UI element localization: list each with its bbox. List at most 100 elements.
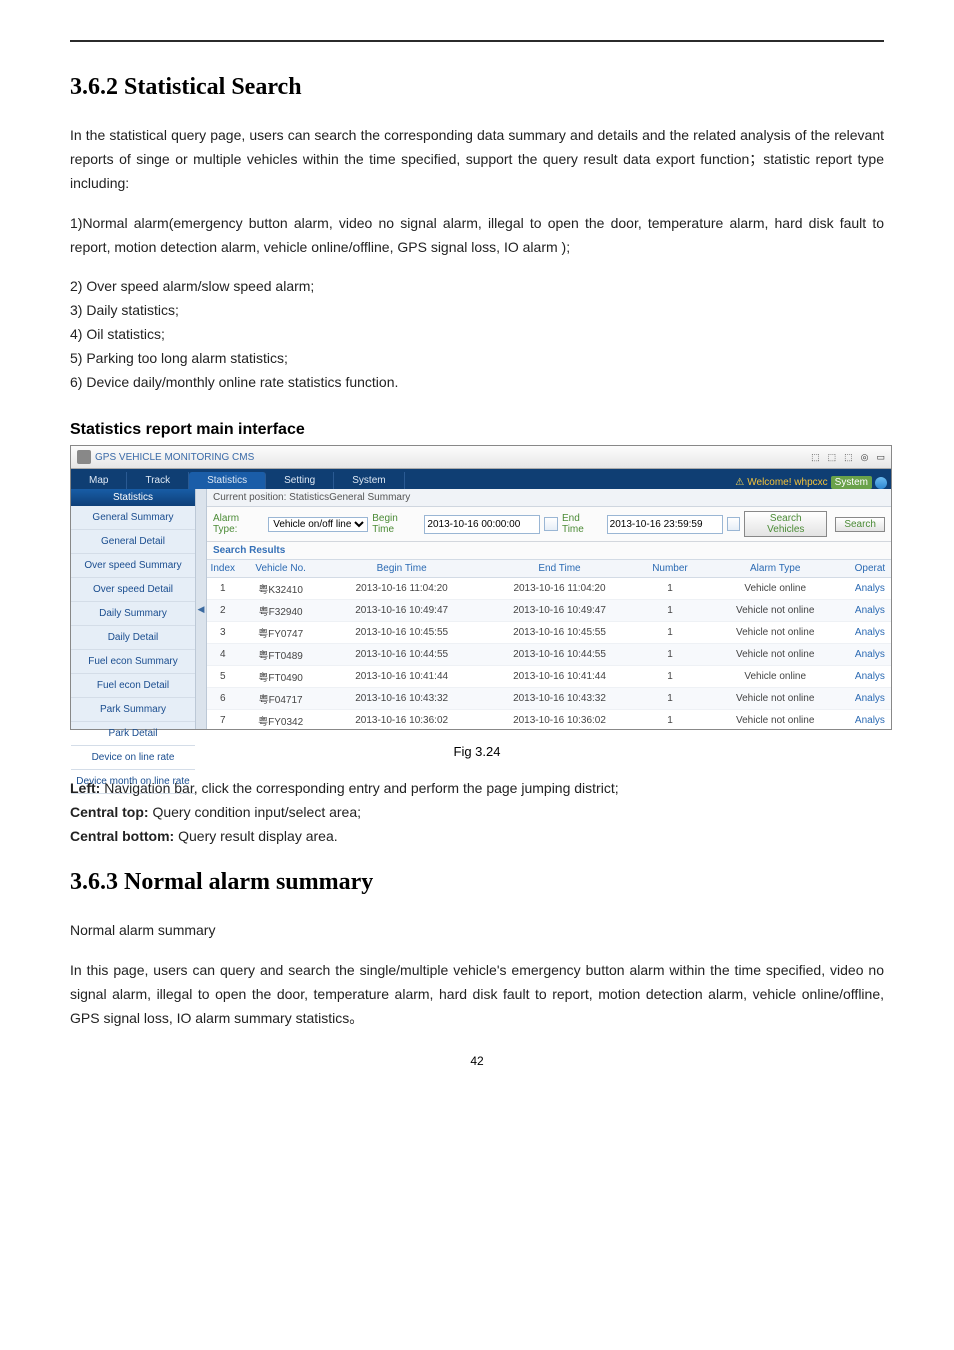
- sidebar-item-daily-summary[interactable]: Daily Summary: [71, 602, 195, 626]
- sidebar-item-park-summary[interactable]: Park Summary: [71, 698, 195, 722]
- cell-operat: Analys: [849, 688, 891, 710]
- heading-3-6-3: 3.6.3 Normal alarm summary: [70, 869, 884, 896]
- analys-link[interactable]: Analys: [855, 605, 885, 616]
- cell-vehicle: 粤F32940: [239, 600, 323, 622]
- cell-index: 4: [207, 644, 239, 666]
- cell-begin: 2013-10-16 10:41:44: [323, 666, 481, 688]
- hr-divider: [70, 40, 884, 42]
- sidebar-item-general-summary[interactable]: General Summary: [71, 506, 195, 530]
- cell-vehicle: 粤FT0489: [239, 644, 323, 666]
- analys-link[interactable]: Analys: [855, 693, 885, 704]
- breadcrumb: Current position: StatisticsGeneral Summ…: [207, 489, 891, 507]
- cell-number: 1: [638, 666, 701, 688]
- cell-index: 6: [207, 688, 239, 710]
- main-tabbar: Map Track Statistics Setting System ⚠ We…: [71, 469, 891, 489]
- cell-begin: 2013-10-16 10:45:55: [323, 622, 481, 644]
- list-item-6: 6) Device daily/monthly online rate stat…: [70, 371, 884, 393]
- cell-begin: 2013-10-16 10:36:02: [323, 710, 481, 730]
- sidebar-head: Statistics: [71, 489, 195, 506]
- window-title: GPS VEHICLE MONITORING CMS: [95, 452, 254, 463]
- cell-vehicle: 粤FY0747: [239, 622, 323, 644]
- tab-map[interactable]: Map: [71, 472, 127, 489]
- system-badge[interactable]: System: [831, 476, 872, 489]
- list-item-2: 2) Over speed alarm/slow speed alarm;: [70, 275, 884, 297]
- cell-end: 2013-10-16 10:36:02: [481, 710, 639, 730]
- col-number: Number: [638, 560, 701, 578]
- cell-index: 3: [207, 622, 239, 644]
- tab-track[interactable]: Track: [127, 472, 189, 489]
- sidebar-item-fuel-summary[interactable]: Fuel econ Summary: [71, 650, 195, 674]
- cell-index: 2: [207, 600, 239, 622]
- col-index: Index: [207, 560, 239, 578]
- sidebar-item-overspeed-detail[interactable]: Over speed Detail: [71, 578, 195, 602]
- tab-system[interactable]: System: [334, 472, 404, 489]
- col-begin: Begin Time: [323, 560, 481, 578]
- cell-operat: Analys: [849, 644, 891, 666]
- cell-operat: Analys: [849, 710, 891, 730]
- cell-end: 2013-10-16 10:43:32: [481, 688, 639, 710]
- app-screenshot: GPS VEHICLE MONITORING CMS ⬚ ⬚ ⬚ ◎ ▭ Map…: [70, 445, 892, 730]
- calendar-icon[interactable]: [727, 517, 741, 531]
- tab-statistics[interactable]: Statistics: [189, 472, 266, 489]
- toolbar-icon[interactable]: ⬚: [828, 452, 837, 463]
- col-end: End Time: [481, 560, 639, 578]
- analys-link[interactable]: Analys: [855, 715, 885, 726]
- end-time-label: End Time: [562, 513, 603, 535]
- sidebar-item-park-detail[interactable]: Park Detail: [71, 722, 195, 746]
- cell-number: 1: [638, 600, 701, 622]
- sidebar-item-fuel-detail[interactable]: Fuel econ Detail: [71, 674, 195, 698]
- analys-link[interactable]: Analys: [855, 583, 885, 594]
- list-item-3: 3) Daily statistics;: [70, 299, 884, 321]
- table-row: 1粤K324102013-10-16 11:04:202013-10-16 11…: [207, 578, 891, 600]
- analys-link[interactable]: Analys: [855, 649, 885, 660]
- search-vehicles-button[interactable]: Search Vehicles: [744, 511, 827, 537]
- analys-link[interactable]: Analys: [855, 627, 885, 638]
- toolbar-icon[interactable]: ⬚: [811, 452, 820, 463]
- sidebar-item-device-online[interactable]: Device on line rate: [71, 746, 195, 770]
- cell-alarm: Vehicle not online: [702, 644, 849, 666]
- list-item-5: 5) Parking too long alarm statistics;: [70, 347, 884, 369]
- sidebar-item-overspeed-summary[interactable]: Over speed Summary: [71, 554, 195, 578]
- layout-central-bottom: Central bottom: Query result display are…: [70, 825, 884, 847]
- cell-index: 1: [207, 578, 239, 600]
- begin-time-input[interactable]: [424, 515, 540, 534]
- analys-link[interactable]: Analys: [855, 671, 885, 682]
- search-button[interactable]: Search: [835, 517, 885, 532]
- intro-paragraph: In the statistical query page, users can…: [70, 123, 884, 195]
- window-titlebar: GPS VEHICLE MONITORING CMS ⬚ ⬚ ⬚ ◎ ▭: [71, 446, 891, 469]
- cell-vehicle: 粤F04717: [239, 688, 323, 710]
- toolbar-icon[interactable]: ▭: [876, 452, 885, 463]
- end-time-input[interactable]: [607, 515, 723, 534]
- app-logo-icon: [77, 450, 91, 464]
- sidebar-item-daily-detail[interactable]: Daily Detail: [71, 626, 195, 650]
- table-row: 3粤FY07472013-10-16 10:45:552013-10-16 10…: [207, 622, 891, 644]
- cell-index: 5: [207, 666, 239, 688]
- power-icon[interactable]: [875, 477, 887, 489]
- alarm-type-select[interactable]: Vehicle on/off line: [268, 517, 368, 532]
- layout-left: Left: Navigation bar, click the correspo…: [70, 777, 884, 799]
- cell-alarm: Vehicle not online: [702, 622, 849, 644]
- results-title: Search Results: [207, 542, 891, 559]
- sidebar-collapse-handle[interactable]: ◀: [196, 489, 207, 729]
- list-item-4: 4) Oil statistics;: [70, 323, 884, 345]
- toolbar-icon[interactable]: ◎: [861, 452, 869, 463]
- welcome-text: Welcome! whpcxc: [747, 477, 827, 488]
- cell-number: 1: [638, 710, 701, 730]
- cell-end: 2013-10-16 10:41:44: [481, 666, 639, 688]
- cell-number: 1: [638, 622, 701, 644]
- cell-end: 2013-10-16 10:44:55: [481, 644, 639, 666]
- calendar-icon[interactable]: [544, 517, 558, 531]
- cell-alarm: Vehicle not online: [702, 688, 849, 710]
- cell-begin: 2013-10-16 10:49:47: [323, 600, 481, 622]
- page-number: 42: [70, 1054, 884, 1068]
- alarm-type-label: Alarm Type:: [213, 513, 264, 535]
- sidebar-item-general-detail[interactable]: General Detail: [71, 530, 195, 554]
- col-vehicle: Vehicle No.: [239, 560, 323, 578]
- cell-vehicle: 粤K32410: [239, 578, 323, 600]
- normal-alarm-line: Normal alarm summary: [70, 918, 884, 942]
- cell-begin: 2013-10-16 10:44:55: [323, 644, 481, 666]
- layout-central-top: Central top: Query condition input/selec…: [70, 801, 884, 823]
- cell-number: 1: [638, 578, 701, 600]
- tab-setting[interactable]: Setting: [266, 472, 334, 489]
- toolbar-icon[interactable]: ⬚: [844, 452, 853, 463]
